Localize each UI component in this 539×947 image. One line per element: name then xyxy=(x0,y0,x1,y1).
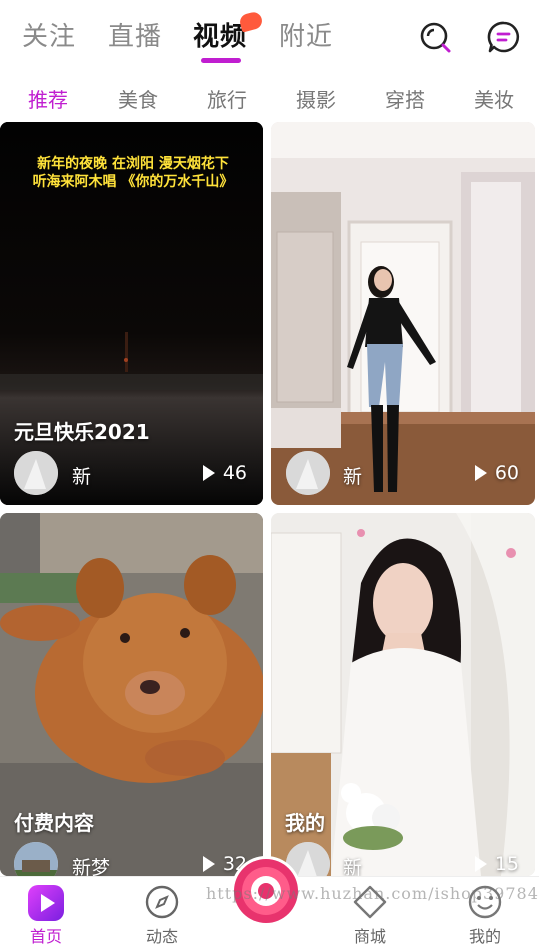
video-caption-line: 听海来阿木唱 《你的万水千山》 xyxy=(32,174,234,190)
home-play-icon xyxy=(28,885,64,921)
top-tab-bar: 关注 直播 视频 附近 xyxy=(0,0,539,70)
author-name[interactable]: 新 xyxy=(343,462,362,489)
video-title: 付费内容 xyxy=(14,811,94,835)
category-makeup[interactable]: 美妆 xyxy=(474,84,514,113)
nav-label: 动态 xyxy=(145,927,178,946)
play-icon xyxy=(474,465,487,481)
play-icon xyxy=(202,856,215,872)
play-count: 46 xyxy=(222,462,247,484)
category-bar: 推荐 美食 旅行 摄影 穿搭 美妆 xyxy=(0,72,539,122)
message-icon[interactable] xyxy=(487,20,521,54)
author-name[interactable]: 新 xyxy=(72,462,91,489)
video-card[interactable]: 付费内容 新梦 32 xyxy=(0,513,263,876)
play-icon xyxy=(474,856,487,872)
category-recommend[interactable]: 推荐 xyxy=(28,84,68,113)
tab-nearby[interactable]: 附近 xyxy=(279,16,333,53)
category-photo[interactable]: 摄影 xyxy=(296,84,336,113)
active-tab-indicator xyxy=(201,58,241,63)
video-card[interactable]: 新 60 xyxy=(271,122,535,505)
avatar[interactable] xyxy=(286,451,330,495)
nav-label: 首页 xyxy=(29,927,62,946)
nav-label: 我的 xyxy=(468,927,501,946)
category-travel[interactable]: 旅行 xyxy=(207,84,247,113)
watermark: https://www.huzhan.com/ishop39784 xyxy=(206,884,539,903)
nav-label: 商城 xyxy=(353,927,386,946)
video-title: 我的 xyxy=(285,811,325,835)
category-outfit[interactable]: 穿搭 xyxy=(385,84,425,113)
video-card[interactable]: 我的 新 15 xyxy=(271,513,535,876)
author-name[interactable]: 新 xyxy=(343,853,362,876)
compass-icon xyxy=(145,885,179,919)
play-icon xyxy=(202,465,215,481)
tab-live[interactable]: 直播 xyxy=(108,16,162,53)
video-card[interactable]: 新年的夜晚 在浏阳 漫天烟花下 听海来阿木唱 《你的万水千山》 元旦快乐2021… xyxy=(0,122,263,505)
nav-home[interactable]: 首页 xyxy=(6,877,86,947)
tab-follow[interactable]: 关注 xyxy=(22,16,76,53)
category-food[interactable]: 美食 xyxy=(118,84,158,113)
nav-feed[interactable]: 动态 xyxy=(122,877,202,947)
avatar[interactable] xyxy=(14,451,58,495)
video-title: 元旦快乐2021 xyxy=(14,420,150,444)
hot-badge xyxy=(238,10,264,33)
video-thumbnail xyxy=(271,122,535,505)
video-caption-line: 新年的夜晚 在浏阳 漫天烟花下 xyxy=(37,156,229,172)
author-name[interactable]: 新梦 xyxy=(72,853,110,876)
play-count: 15 xyxy=(494,853,519,875)
search-icon[interactable] xyxy=(418,20,452,54)
play-count: 60 xyxy=(494,462,519,484)
